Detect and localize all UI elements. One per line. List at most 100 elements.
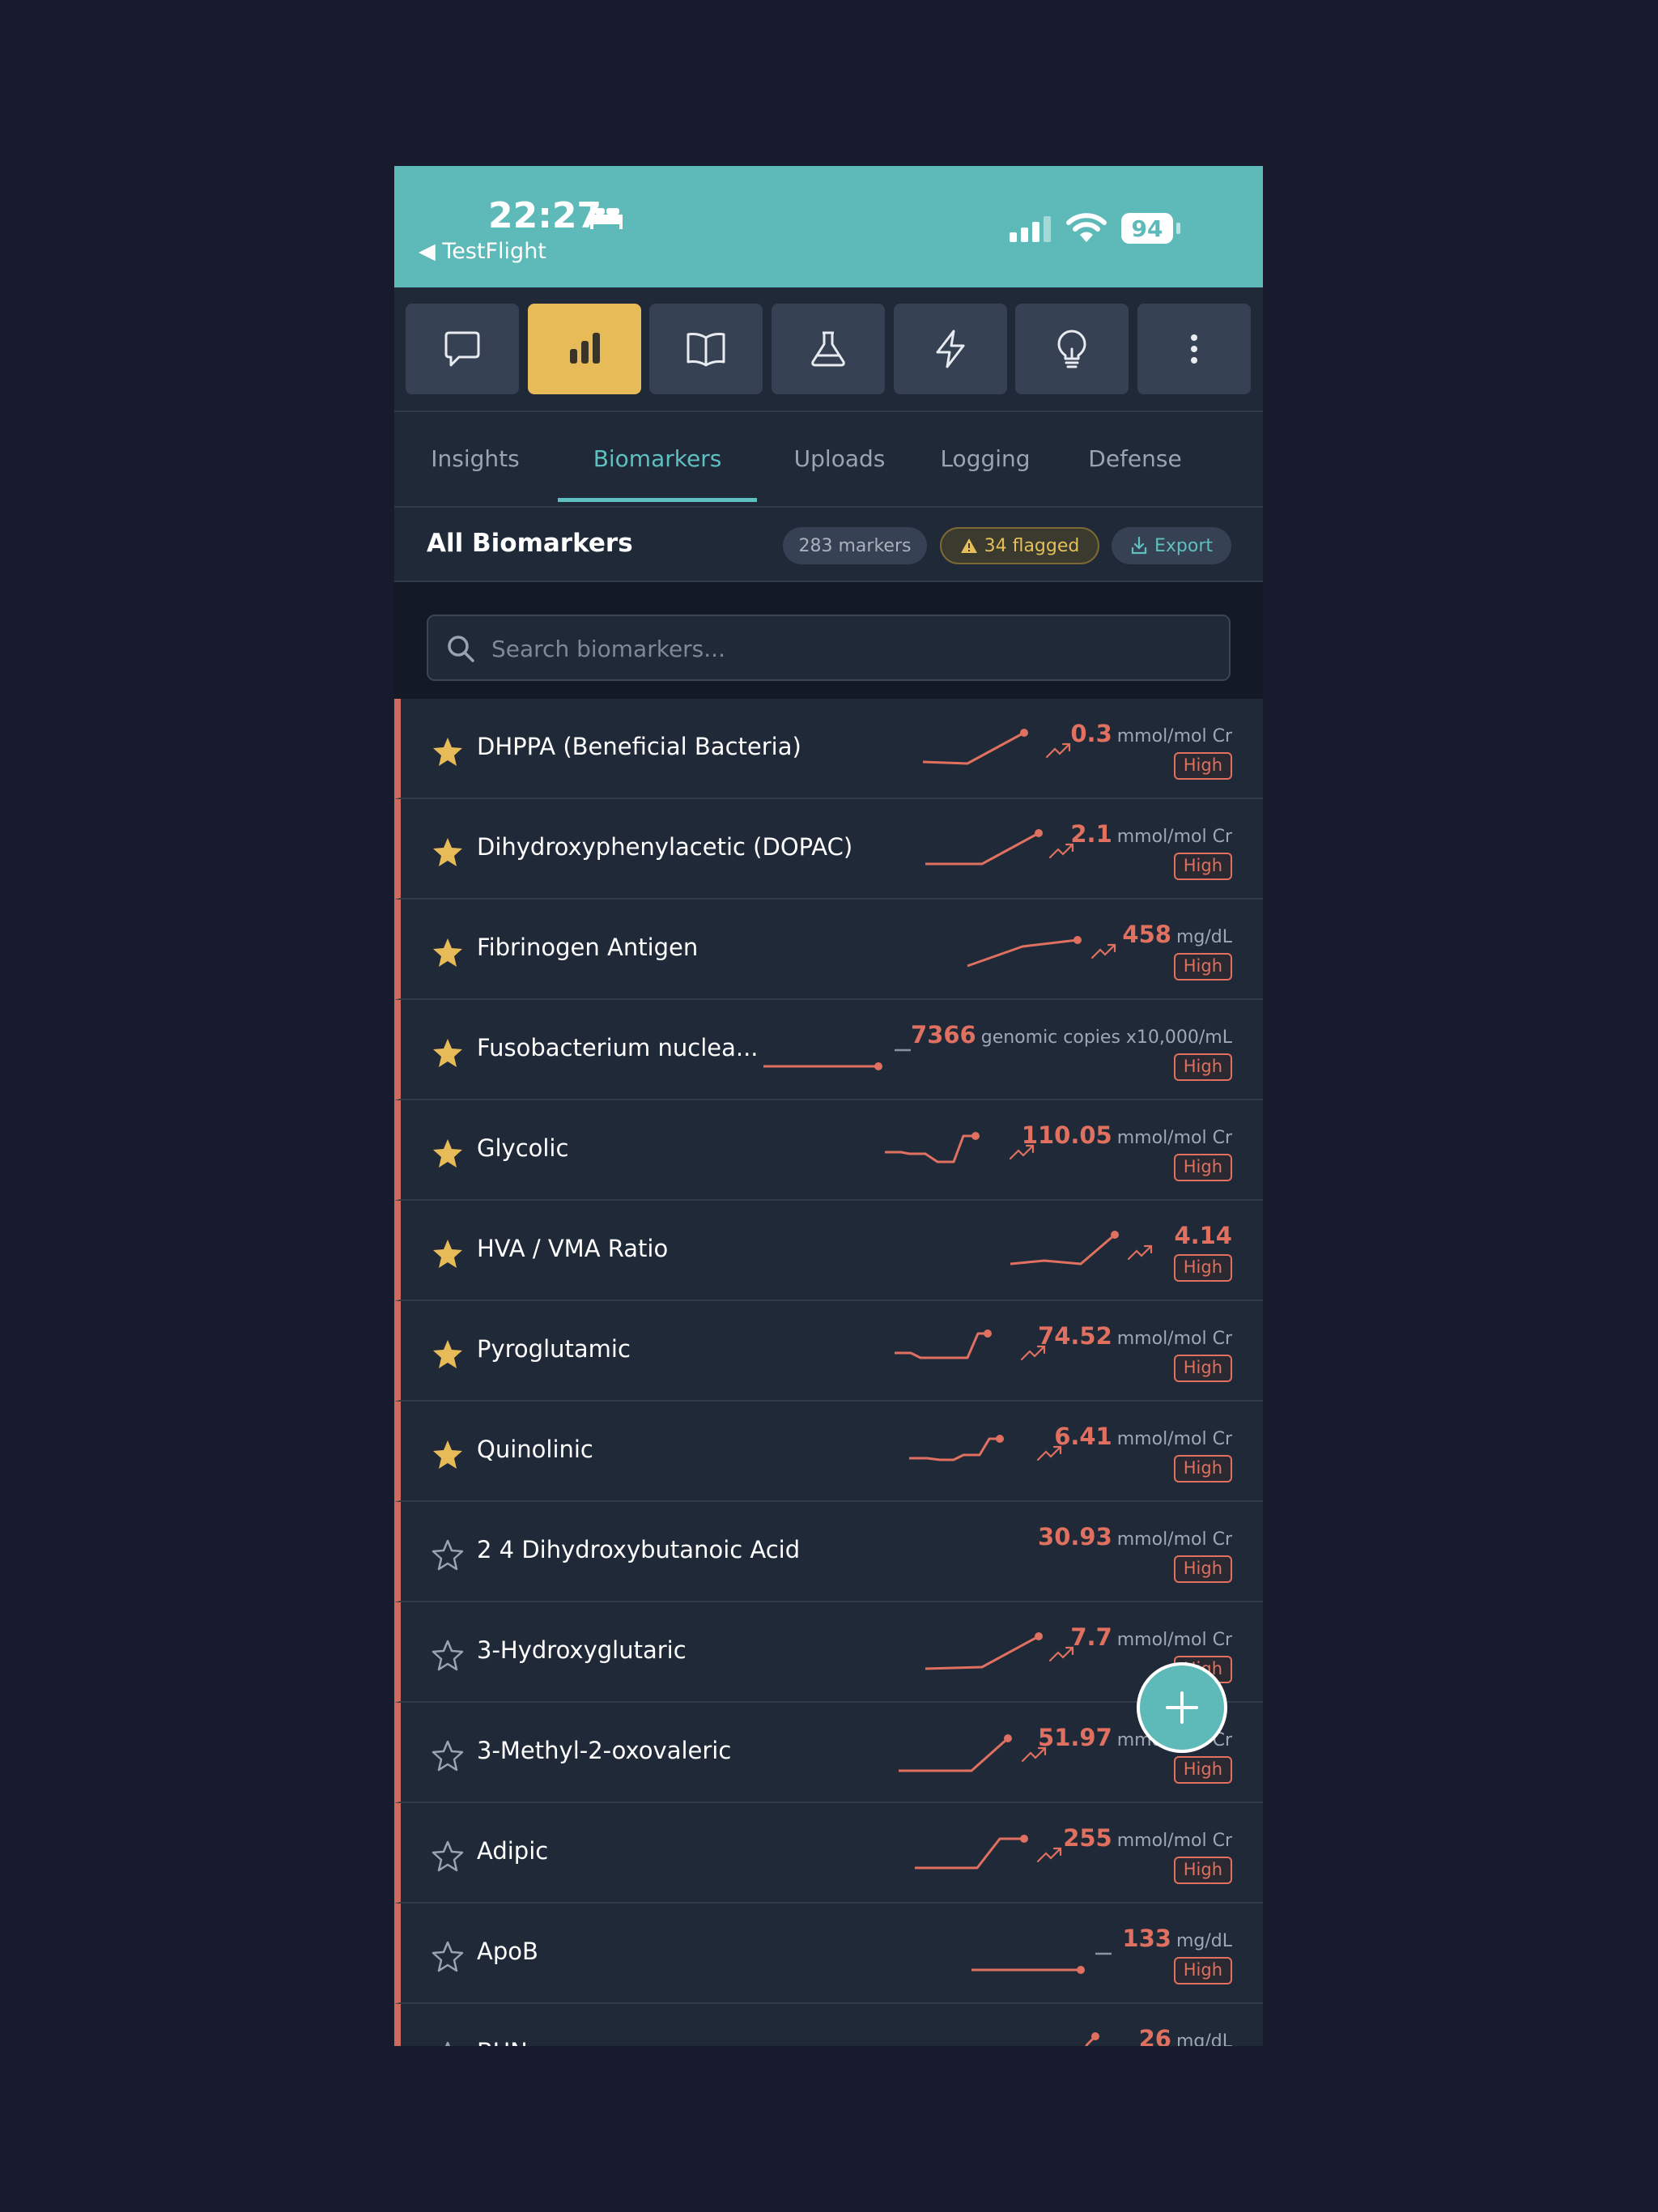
status-badge: High	[1173, 1857, 1232, 1884]
biomarker-row[interactable]: Fusobacterium nuclea... 7366 genomic copie…	[394, 1000, 1263, 1100]
biomarker-row[interactable]: 3-Hydroxyglutaric7.7mmol/mol CrHigh	[394, 1602, 1263, 1703]
back-to-testflight-link[interactable]: ◀ TestFlight	[419, 239, 546, 264]
star-outline-icon[interactable]	[432, 1538, 464, 1571]
value-unit: mmol/mol Cr	[1116, 1329, 1232, 1349]
sparkline-path	[885, 1134, 976, 1163]
status-badge: High	[1173, 1957, 1232, 1984]
status-badge: High	[1173, 752, 1232, 780]
app-screen: 22:27 ◀ TestFlight 94 Insights Biomarker…	[394, 166, 1263, 2046]
tab-uploads[interactable]: Uploads	[775, 412, 904, 506]
warning-icon	[960, 538, 977, 553]
biomarker-value: 30.93 mmol/mol Cr	[1038, 1523, 1232, 1551]
sparkline-chart	[1085, 2032, 1099, 2046]
main-toolbar	[394, 287, 1263, 412]
sparkline-latest-point	[1035, 1632, 1043, 1640]
sparkline-path	[1085, 2035, 1097, 2046]
value-unit: mmol/mol Cr	[1116, 1630, 1232, 1650]
actions-button[interactable]	[894, 304, 1007, 394]
trend-up-icon	[1048, 843, 1074, 859]
flagged-count-label: 34 flagged	[984, 535, 1080, 556]
wifi-icon	[1066, 213, 1107, 242]
search-box	[427, 615, 1231, 681]
sparkline-chart	[925, 829, 1074, 866]
biomarker-row[interactable]: 3-Methyl-2-oxovaleric51.97mmol/mol CrHig…	[394, 1703, 1263, 1803]
status-badge: High	[1173, 953, 1232, 981]
value-number: 26	[1138, 2025, 1171, 2046]
tab-biomarkers[interactable]: Biomarkers	[558, 412, 757, 506]
sparkline-path	[915, 1837, 1024, 1870]
sparkline-path	[899, 1737, 1009, 1772]
biomarker-value: 4.14	[1174, 1222, 1232, 1249]
bar-chart-icon	[570, 333, 600, 364]
add-biomarker-button[interactable]	[1137, 1662, 1227, 1753]
biomarker-value: 7366 genomic copies x10,000/mL	[911, 1021, 1232, 1049]
biomarkers-chart-button[interactable]	[528, 304, 641, 394]
flagged-filter-button[interactable]: 34 flagged	[940, 527, 1099, 564]
lab-button[interactable]	[772, 304, 885, 394]
sparkline-chart	[1010, 1231, 1153, 1266]
biomarker-row[interactable]: Adipic 255 mmol/mol Cr High	[394, 1803, 1263, 1904]
status-badge: High	[1173, 1355, 1232, 1382]
sparkline-path	[895, 1332, 988, 1359]
biomarker-row[interactable]: Fibrinogen Antigen 458 mg/dL High	[394, 900, 1263, 1000]
sparkline-latest-point	[1077, 1966, 1085, 1974]
value-unit: mg/dL	[1175, 1931, 1232, 1951]
value-number: 30.93	[1038, 1523, 1112, 1551]
biomarkers-header: All Biomarkers 283 markers 34 flagged Ex…	[394, 508, 1263, 582]
tab-logging[interactable]: Logging	[920, 412, 1050, 506]
tab-defense[interactable]: Defense	[1070, 412, 1200, 506]
sparkline-chart	[895, 1329, 1046, 1361]
trend-up-icon	[1045, 742, 1071, 759]
chat-bubble-icon	[444, 331, 480, 367]
status-badge: High	[1173, 1756, 1232, 1784]
sparkline-latest-point	[1111, 1231, 1119, 1239]
sparkline-path	[1010, 1233, 1116, 1266]
biomarker-row[interactable]: ApoB 133 mg/dL High	[394, 1904, 1263, 2004]
lightbulb-icon	[1057, 330, 1086, 368]
biomarker-row[interactable]: HVA / VMA Ratio 4.14 High	[394, 1201, 1263, 1301]
sparkline-latest-point	[996, 1435, 1004, 1443]
biomarker-row[interactable]: 2 4 Dihydroxybutanoic Acid 30.93 mmol/mol …	[394, 1502, 1263, 1602]
sleep-focus-icon	[590, 206, 623, 229]
biomarker-row[interactable]: Quinolinic 6.41 mmol/mol Cr High	[394, 1402, 1263, 1502]
status-badge: High	[1173, 1053, 1232, 1081]
sparkline-chart	[925, 1632, 1074, 1670]
biomarker-row[interactable]: Glycolic 110.05 mmol/mol Cr High	[394, 1100, 1263, 1201]
export-button[interactable]: Export	[1112, 527, 1231, 564]
more-menu-button[interactable]	[1137, 304, 1251, 394]
value-number: 51.97	[1038, 1724, 1112, 1751]
library-button[interactable]	[649, 304, 763, 394]
tab-insights[interactable]: Insights	[410, 412, 540, 506]
ideas-button[interactable]	[1015, 304, 1129, 394]
value-number: 110.05	[1021, 1121, 1112, 1149]
trend-up-icon	[1090, 943, 1116, 959]
download-icon	[1131, 536, 1147, 555]
biomarker-value: 74.52 mmol/mol Cr	[1038, 1322, 1232, 1350]
sparkline-path	[925, 1635, 1039, 1670]
active-tab-indicator	[558, 498, 757, 502]
value-unit: mmol/mol Cr	[1116, 726, 1232, 747]
biomarker-row[interactable]: BUN26mg/dLHigh	[394, 2004, 1263, 2046]
sparkline-chart	[763, 1049, 911, 1070]
status-bar: 22:27 ◀ TestFlight 94	[394, 166, 1263, 287]
value-unit: mmol/mol Cr	[1116, 1429, 1232, 1449]
biomarker-row[interactable]: Pyroglutamic 74.52 mmol/mol Cr High	[394, 1301, 1263, 1402]
status-badge: High	[1173, 1154, 1232, 1181]
sparkline-latest-point	[1004, 1734, 1012, 1742]
biomarker-row[interactable]: Dihydroxyphenylacetic (DOPAC) 2.1 mmol/mol…	[394, 799, 1263, 900]
export-label: Export	[1154, 535, 1213, 556]
value-number: 255	[1063, 1824, 1112, 1852]
value-unit: mmol/mol Cr	[1116, 1529, 1232, 1550]
sparkline-latest-point	[874, 1062, 882, 1070]
value-number: 74.52	[1038, 1322, 1112, 1350]
status-badge: High	[1173, 1455, 1232, 1482]
sparkline-chart	[967, 936, 1116, 968]
biomarker-value: 458 mg/dL	[1122, 921, 1232, 948]
search-input[interactable]	[490, 616, 1205, 681]
sparkline-path	[925, 832, 1039, 866]
cellular-signal-icon	[1010, 216, 1051, 242]
biomarker-row[interactable]: DHPPA (Beneficial Bacteria) 0.3 mmol/mol C…	[394, 699, 1263, 799]
more-vertical-icon	[1191, 334, 1197, 364]
chat-button[interactable]	[406, 304, 519, 394]
sparkline-chart	[915, 1835, 1062, 1870]
